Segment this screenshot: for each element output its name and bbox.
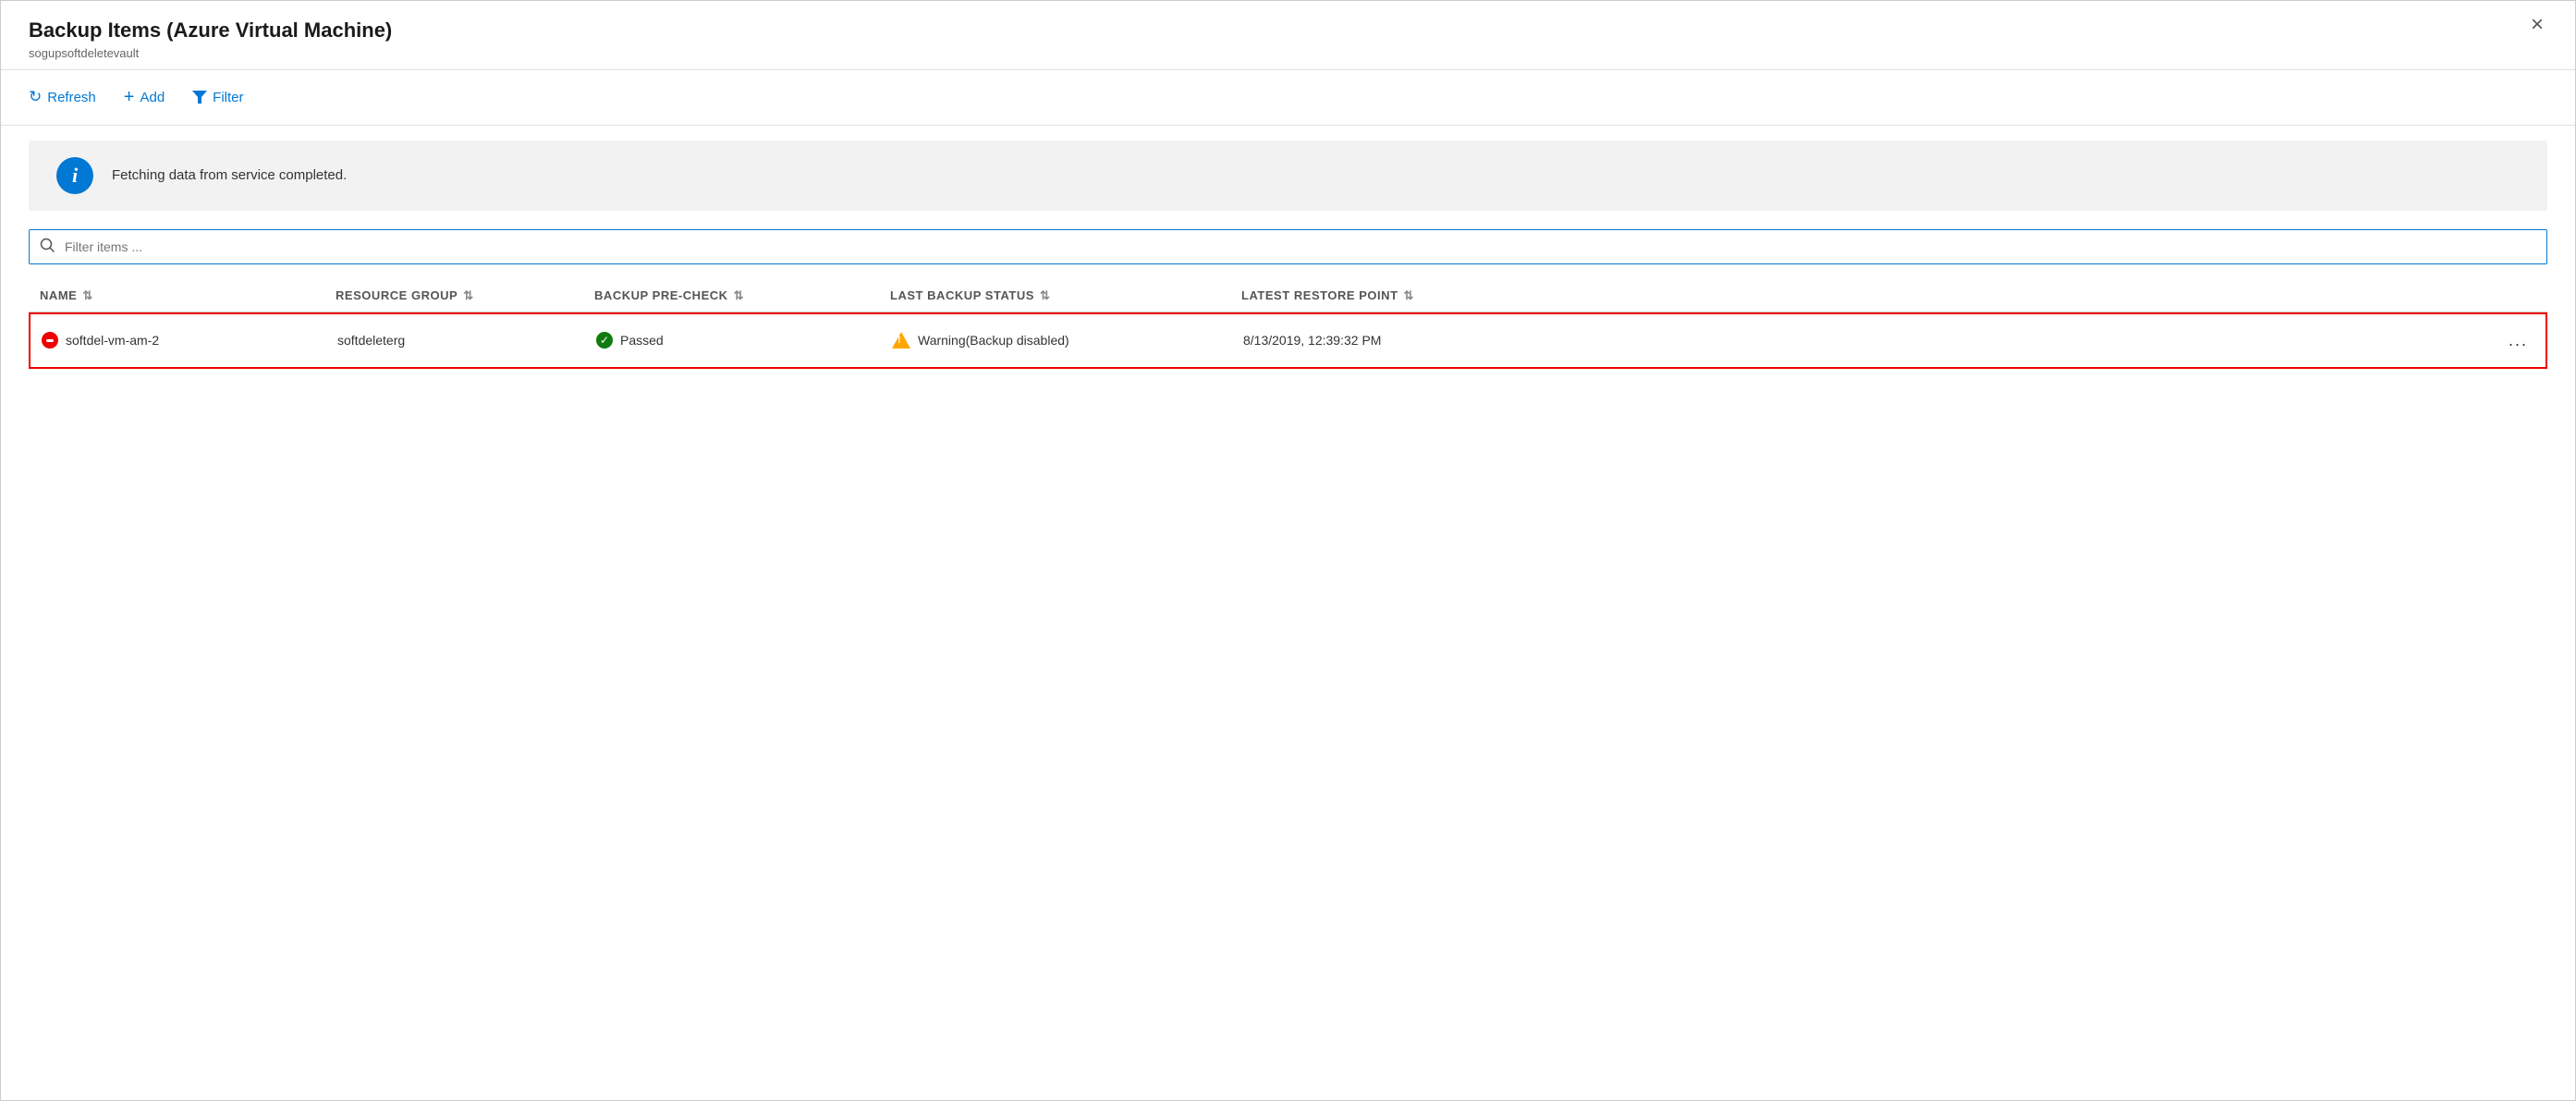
cell-backup-pre-check: Passed <box>585 319 881 361</box>
stop-icon <box>42 332 58 349</box>
banner-message: Fetching data from service completed. <box>112 167 347 183</box>
sort-icon-latest-restore-point[interactable]: ⇅ <box>1404 289 1414 301</box>
more-actions-button[interactable]: ... <box>2501 327 2535 354</box>
add-button[interactable]: + Add <box>124 83 165 112</box>
info-icon: i <box>56 157 93 194</box>
column-header-actions <box>2492 288 2547 302</box>
sort-icon-last-backup-status[interactable]: ⇅ <box>1040 289 1050 301</box>
close-button[interactable]: × <box>2527 14 2547 36</box>
search-input[interactable] <box>29 229 2547 264</box>
check-icon <box>596 332 613 349</box>
refresh-icon: ↻ <box>29 88 42 106</box>
page-subtitle: sogupsoftdeletevault <box>29 46 392 60</box>
info-banner: i Fetching data from service completed. <box>29 141 2547 211</box>
warning-icon <box>892 332 910 349</box>
cell-actions: ... <box>2490 314 2545 367</box>
filter-button[interactable]: Filter <box>192 86 243 109</box>
table-row[interactable]: softdel-vm-am-2 softdeleterg Passed Warn… <box>29 312 2547 369</box>
sort-icon-name[interactable]: ⇅ <box>82 289 92 301</box>
column-header-latest-restore-point: LATEST RESTORE POINT ⇅ <box>1230 288 2492 302</box>
table-header: NAME ⇅ RESOURCE GROUP ⇅ BACKUP PRE-CHECK… <box>29 279 2547 312</box>
page-title: Backup Items (Azure Virtual Machine) <box>29 18 392 44</box>
table: NAME ⇅ RESOURCE GROUP ⇅ BACKUP PRE-CHECK… <box>29 279 2547 1100</box>
column-header-last-backup-status: LAST BACKUP STATUS ⇅ <box>879 288 1230 302</box>
sort-icon-backup-pre-check[interactable]: ⇅ <box>734 289 744 301</box>
cell-resource-group: softdeleterg <box>326 320 585 361</box>
cell-latest-restore-point: 8/13/2019, 12:39:32 PM <box>1232 320 2490 361</box>
vm-name: softdel-vm-am-2 <box>66 333 159 348</box>
add-label: Add <box>140 90 165 105</box>
filter-label: Filter <box>213 90 243 105</box>
cell-name: softdel-vm-am-2 <box>31 319 326 361</box>
title-bar: Backup Items (Azure Virtual Machine) sog… <box>1 1 2575 70</box>
search-container <box>29 229 2547 264</box>
filter-icon <box>192 91 207 104</box>
sort-icon-resource-group[interactable]: ⇅ <box>463 289 473 301</box>
refresh-label: Refresh <box>47 90 96 105</box>
column-header-backup-pre-check: BACKUP PRE-CHECK ⇅ <box>583 288 879 302</box>
column-header-name: NAME ⇅ <box>29 288 324 302</box>
refresh-button[interactable]: ↻ Refresh <box>29 84 96 110</box>
add-icon: + <box>124 87 135 108</box>
cell-last-backup-status: Warning(Backup disabled) <box>881 319 1232 361</box>
title-bar-left: Backup Items (Azure Virtual Machine) sog… <box>29 18 392 60</box>
column-header-resource-group: RESOURCE GROUP ⇅ <box>324 288 583 302</box>
main-window: Backup Items (Azure Virtual Machine) sog… <box>0 0 2576 1101</box>
toolbar: ↻ Refresh + Add Filter <box>1 70 2575 126</box>
